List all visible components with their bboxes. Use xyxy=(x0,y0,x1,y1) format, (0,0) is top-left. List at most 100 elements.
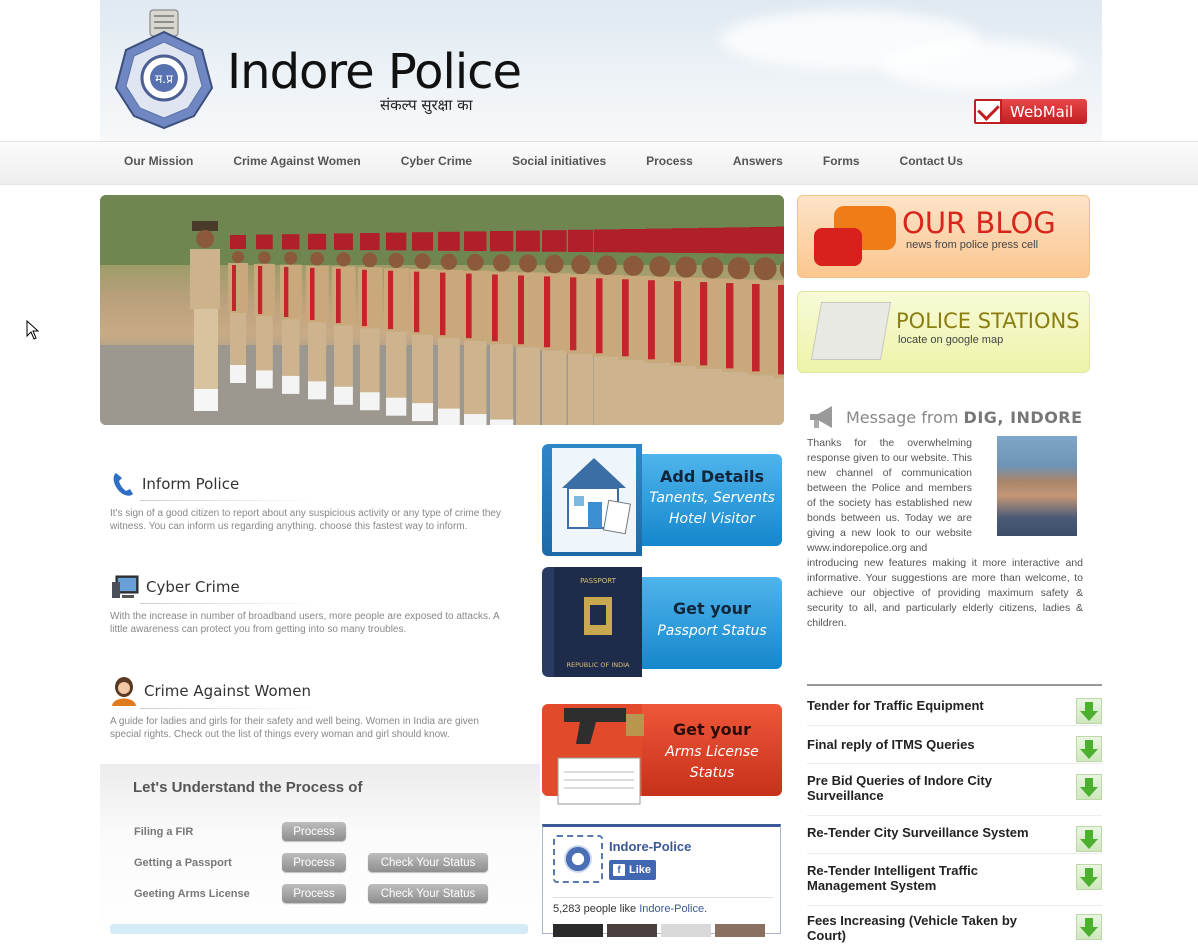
tender-title[interactable]: Re-Tender Intelligent Traffic Management… xyxy=(807,863,1047,893)
download-icon[interactable] xyxy=(1076,826,1102,852)
crime-against-women-block[interactable]: Crime Against Women A guide for ladies a… xyxy=(110,676,510,741)
facebook-like-count: 5,283 people like Indore-Police. xyxy=(553,903,707,915)
process-button[interactable]: Process xyxy=(282,884,346,903)
divider xyxy=(140,708,320,709)
process-heading: Let's Understand the Process of xyxy=(133,779,362,796)
dig-message-heading: Message from DIG, INDORE xyxy=(808,404,1083,430)
download-icon[interactable] xyxy=(1076,698,1102,724)
add-details-line2: Tanents, Servents xyxy=(642,488,782,509)
tender-title[interactable]: Pre Bid Queries of Indore City Surveilla… xyxy=(807,773,1047,803)
process-row-arms: Geeting Arms License Process Check Your … xyxy=(134,884,488,903)
arms-line2: Arms License xyxy=(642,742,782,763)
tender-item[interactable]: Tender for Traffic Equipment xyxy=(807,686,1102,726)
download-icon[interactable] xyxy=(1076,736,1102,762)
process-button[interactable]: Process xyxy=(282,822,346,841)
our-blog-banner[interactable]: OUR BLOG news from police press cell xyxy=(797,195,1090,278)
dig-message-text-part1: Thanks for the overwhelming response giv… xyxy=(807,436,972,556)
banner-image-panel xyxy=(542,444,642,556)
phone-icon xyxy=(110,470,136,498)
passport-status-banner[interactable]: PASSPORT REPUBLIC OF INDIA Get your Pass… xyxy=(542,567,782,677)
arms-line1: Get your xyxy=(642,720,782,739)
page-avatar[interactable] xyxy=(553,835,603,883)
process-row-fir: Filing a FIR Process xyxy=(134,822,346,841)
tender-title[interactable]: Fees Increasing (Vehicle Taken by Court) xyxy=(807,913,1047,943)
check-status-button[interactable]: Check Your Status xyxy=(368,853,488,872)
fan-avatar[interactable] xyxy=(715,924,765,937)
passport-line2: Passport Status xyxy=(642,621,782,642)
mouse-cursor-icon xyxy=(26,320,40,340)
blog-title: OUR BLOG xyxy=(902,206,1056,240)
tender-title[interactable]: Final reply of ITMS Queries xyxy=(807,737,1047,752)
parade-illustration xyxy=(100,195,784,425)
like-count-text: 5,283 people like xyxy=(553,903,636,915)
svg-text:REPUBLIC OF INDIA: REPUBLIC OF INDIA xyxy=(567,661,631,669)
woman-avatar-icon xyxy=(110,676,138,706)
stations-title: POLICE STATIONS xyxy=(896,309,1080,333)
megaphone-icon xyxy=(808,404,838,430)
arms-line3: Status xyxy=(642,763,782,784)
speech-bubble-icon xyxy=(814,228,862,266)
tender-title[interactable]: Tender for Traffic Equipment xyxy=(807,698,1047,713)
dig-message-title: DIG, INDORE xyxy=(964,408,1083,427)
cyber-crime-desc: With the increase in number of broadband… xyxy=(110,610,510,636)
inform-police-desc: It's sign of a good citizen to report ab… xyxy=(110,507,510,533)
process-label: Geeting Arms License xyxy=(134,888,282,900)
tender-item[interactable]: Pre Bid Queries of Indore City Surveilla… xyxy=(807,764,1102,816)
cyber-crime-block[interactable]: Cyber Crime With the increase in number … xyxy=(110,573,510,636)
dig-message-text-part2: introducing new features making it more … xyxy=(807,557,1083,629)
computer-icon xyxy=(110,573,140,601)
tender-item[interactable]: Fees Increasing (Vehicle Taken by Court) xyxy=(807,906,1102,946)
banner-image-panel: PASSPORT REPUBLIC OF INDIA xyxy=(542,567,642,677)
tender-item[interactable]: Re-Tender City Surveillance System xyxy=(807,816,1102,854)
download-icon[interactable] xyxy=(1076,774,1102,800)
officer-figure xyxy=(190,221,220,411)
divider xyxy=(553,897,773,898)
add-details-line3: Hotel Visitor xyxy=(642,509,782,530)
fan-faces xyxy=(553,924,769,937)
facebook-like-button[interactable]: f Like xyxy=(609,860,656,880)
tender-title[interactable]: Re-Tender City Surveillance System xyxy=(807,825,1047,840)
fan-avatar[interactable] xyxy=(607,924,657,937)
check-status-button[interactable]: Check Your Status xyxy=(368,884,488,903)
add-details-line1: Add Details xyxy=(642,467,782,486)
passport-line1: Get your xyxy=(642,599,782,618)
inform-police-block[interactable]: Inform Police It's sign of a good citize… xyxy=(110,470,510,533)
process-row-passport: Getting a Passport Process Check Your St… xyxy=(134,853,488,872)
facebook-page-link[interactable]: Indore-Police xyxy=(639,903,704,915)
inform-police-title[interactable]: Inform Police xyxy=(142,475,239,493)
blog-subtitle: news from police press cell xyxy=(906,239,1038,251)
crime-against-women-desc: A guide for ladies and girls for their s… xyxy=(110,715,510,741)
fan-avatar[interactable] xyxy=(553,924,603,937)
house-icon xyxy=(542,444,642,556)
pistol-icon xyxy=(556,694,656,806)
arms-license-banner[interactable]: Get your Arms License Status xyxy=(542,694,782,806)
process-label: Filing a FIR xyxy=(134,826,282,838)
hero-parade-photo xyxy=(100,195,784,425)
process-label: Getting a Passport xyxy=(134,857,282,869)
facebook-like-box: Indore-Police f Like 5,283 people like I… xyxy=(542,824,781,934)
download-icon[interactable] xyxy=(1076,914,1102,940)
like-label: Like xyxy=(629,864,651,876)
crime-against-women-title[interactable]: Crime Against Women xyxy=(144,682,311,700)
facebook-icon: f xyxy=(613,864,625,876)
police-stations-banner[interactable]: POLICE STATIONS locate on google map xyxy=(797,291,1090,373)
dig-message-text: Thanks for the overwhelming response giv… xyxy=(807,436,1083,631)
divider xyxy=(140,500,320,501)
dig-message-prefix: Message from xyxy=(846,408,958,427)
map-icon xyxy=(811,302,891,360)
process-button[interactable]: Process xyxy=(282,853,346,872)
fan-avatar[interactable] xyxy=(661,924,711,937)
tender-item[interactable]: Re-Tender Intelligent Traffic Management… xyxy=(807,854,1102,906)
facebook-page-name[interactable]: Indore-Police xyxy=(609,839,691,854)
cyber-crime-title[interactable]: Cyber Crime xyxy=(146,578,240,596)
process-section: Let's Understand the Process of xyxy=(100,764,540,934)
svg-text:PASSPORT: PASSPORT xyxy=(580,577,617,585)
process-bottom-bar xyxy=(110,924,528,934)
divider xyxy=(140,603,320,604)
download-icon[interactable] xyxy=(1076,864,1102,890)
like-count-end: . xyxy=(704,903,707,915)
passport-icon: PASSPORT REPUBLIC OF INDIA xyxy=(542,567,642,677)
tender-item[interactable]: Final reply of ITMS Queries xyxy=(807,726,1102,764)
add-details-banner[interactable]: Add Details Tanents, Servents Hotel Visi… xyxy=(542,444,782,556)
tender-list: Tender for Traffic Equipment Final reply… xyxy=(807,684,1102,946)
